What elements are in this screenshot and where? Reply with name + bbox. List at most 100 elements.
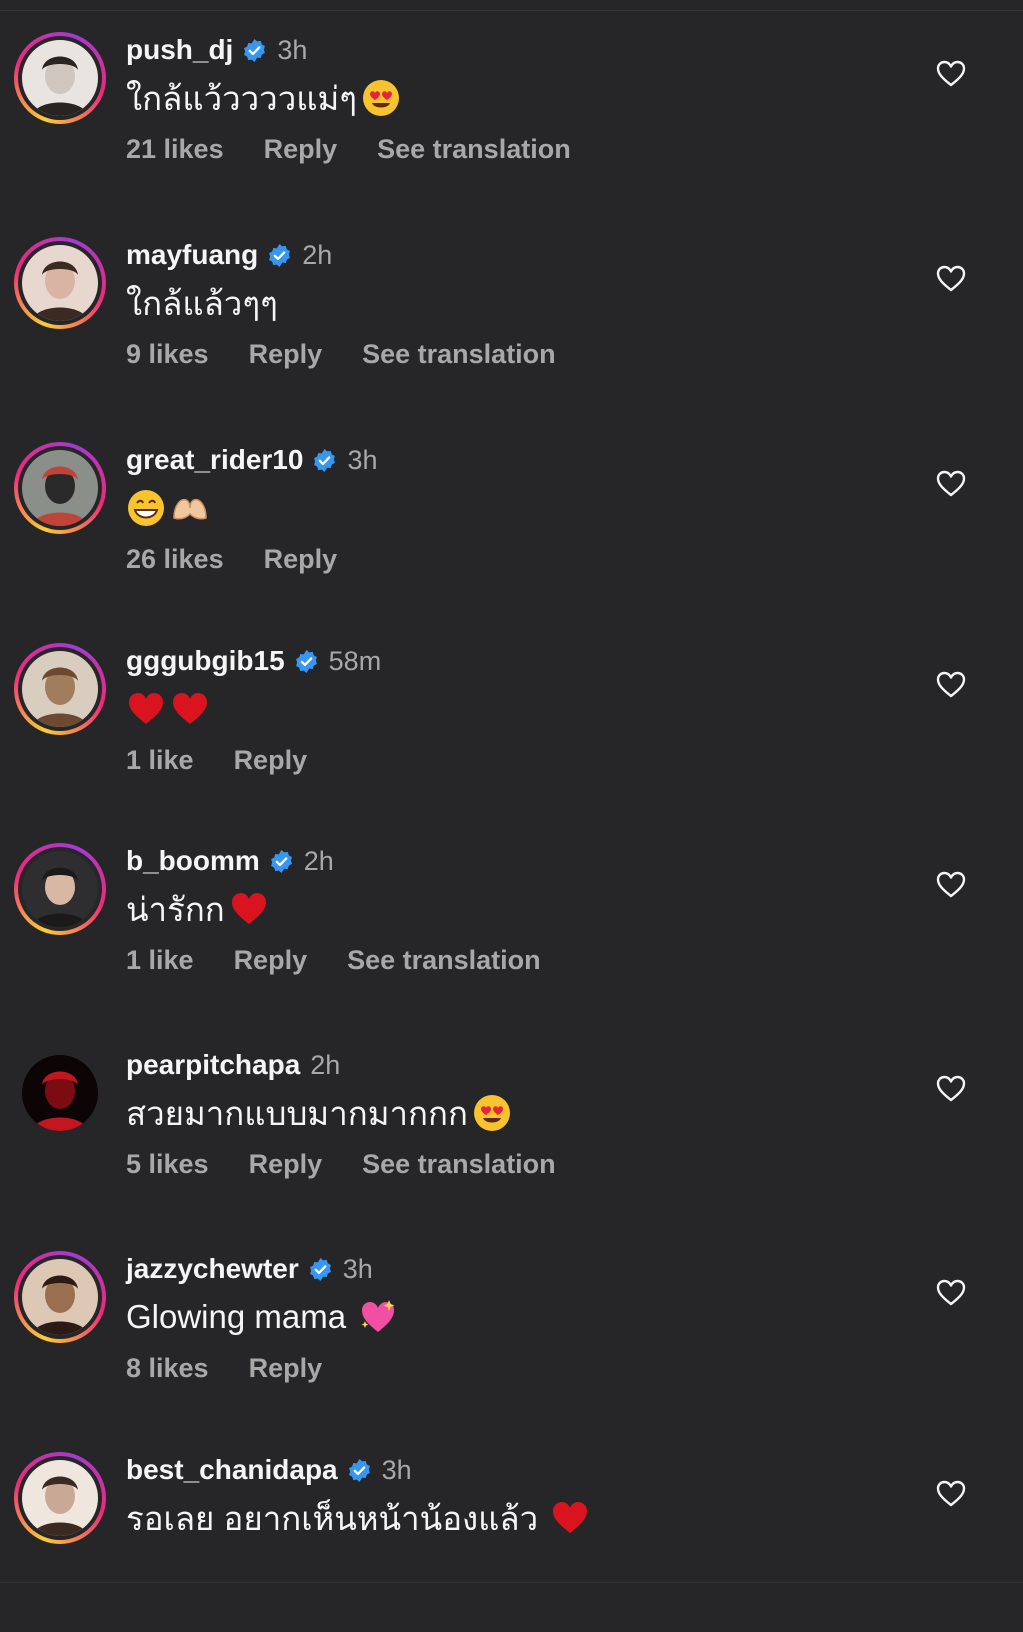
comment-header: b_boomm 2h xyxy=(126,843,541,879)
reply-button[interactable]: Reply xyxy=(249,1149,323,1180)
likes-count[interactable]: 9 likes xyxy=(126,339,209,370)
avatar-gap xyxy=(18,647,102,731)
avatar-gap xyxy=(18,446,102,530)
avatar-story-ring[interactable] xyxy=(14,643,106,735)
heart-hands-emoji-icon xyxy=(170,488,210,528)
avatar-story-ring[interactable] xyxy=(14,237,106,329)
likes-count[interactable]: 21 likes xyxy=(126,134,224,165)
avatar[interactable] xyxy=(22,651,98,727)
avatar-gap xyxy=(18,1255,102,1339)
username-link[interactable]: mayfuang xyxy=(126,239,258,271)
comment-header: great_rider10 3h xyxy=(126,442,377,478)
avatar[interactable] xyxy=(22,1460,98,1536)
comment-actions: 1 like Reply See translation xyxy=(126,945,541,976)
comment-body: Glowing mama xyxy=(126,1295,398,1339)
heart-eyes-emoji-icon xyxy=(361,78,401,118)
bottom-divider xyxy=(0,1582,1023,1583)
comment-text: รอเลย อยากเห็นหน้าน้องแล้ว xyxy=(126,1499,539,1537)
verified-badge-icon xyxy=(347,1458,372,1483)
red-heart-emoji-icon xyxy=(550,1498,590,1538)
comment-row: b_boomm 2h น่ารักก 1 like Reply See translati… xyxy=(0,843,1023,1023)
reply-button[interactable]: Reply xyxy=(249,339,323,370)
verified-badge-icon xyxy=(294,649,319,674)
see-translation-button[interactable]: See translation xyxy=(362,1149,556,1180)
comment-timestamp: 3h xyxy=(347,444,378,475)
heart-outline-icon[interactable] xyxy=(935,1073,967,1105)
grin-emoji-icon xyxy=(126,488,166,528)
heart-outline-icon[interactable] xyxy=(935,1277,967,1309)
username-link[interactable]: b_boomm xyxy=(126,845,260,877)
comment-content: pearpitchapa 2h สวยมากแบบมากมากกก 5 likes Re… xyxy=(126,1047,556,1180)
comment-text: ใกล้แว้ววววแม่ๆ xyxy=(126,79,357,117)
reply-button[interactable]: Reply xyxy=(264,544,338,575)
comment-timestamp: 58m xyxy=(328,645,382,676)
comment-body: น่ารักก xyxy=(126,887,541,931)
heart-outline-icon[interactable] xyxy=(935,669,967,701)
username-link[interactable]: jazzychewter xyxy=(126,1253,299,1285)
verified-badge-icon xyxy=(308,1257,333,1282)
reply-button[interactable]: Reply xyxy=(249,1353,323,1384)
heart-outline-icon[interactable] xyxy=(935,58,967,90)
comment-body: ใกล้แล้วๆๆ xyxy=(126,281,556,325)
comment-actions: 26 likes Reply xyxy=(126,544,377,575)
username-link[interactable]: great_rider10 xyxy=(126,444,303,476)
avatar-story-ring[interactable] xyxy=(14,1047,106,1139)
avatar[interactable] xyxy=(22,1259,98,1335)
username-link[interactable]: gggubgib15 xyxy=(126,645,285,677)
verified-badge-icon xyxy=(269,849,294,874)
likes-count[interactable]: 8 likes xyxy=(126,1353,209,1384)
comment-timestamp: 3h xyxy=(277,34,308,65)
reply-button[interactable]: Reply xyxy=(234,745,308,776)
comment-actions: 8 likes Reply xyxy=(126,1353,398,1384)
avatar-gap xyxy=(18,1051,102,1135)
likes-count[interactable]: 1 like xyxy=(126,945,194,976)
comment-text: สวยมากแบบมากมากกก xyxy=(126,1094,468,1132)
avatar-story-ring[interactable] xyxy=(14,1452,106,1544)
likes-count[interactable]: 1 like xyxy=(126,745,194,776)
likes-count[interactable]: 5 likes xyxy=(126,1149,209,1180)
see-translation-button[interactable]: See translation xyxy=(347,945,541,976)
avatar-story-ring[interactable] xyxy=(14,1251,106,1343)
avatar[interactable] xyxy=(22,40,98,116)
comment-row: best_chanidapa 3h รอเลย อยากเห็นหน้าน้องแล… xyxy=(0,1452,1023,1632)
see-translation-button[interactable]: See translation xyxy=(362,339,556,370)
comment-header: jazzychewter 3h xyxy=(126,1251,398,1287)
username-link[interactable]: best_chanidapa xyxy=(126,1454,338,1486)
comment-actions: 5 likes Reply See translation xyxy=(126,1149,556,1180)
heart-eyes-emoji-icon xyxy=(472,1093,512,1133)
comment-row: push_dj 3h ใกล้แว้ววววแม่ๆ 21 likes Reply See… xyxy=(0,32,1023,212)
likes-count[interactable]: 26 likes xyxy=(126,544,224,575)
heart-outline-icon[interactable] xyxy=(935,468,967,500)
comment-text: Glowing mama xyxy=(126,1298,347,1335)
avatar[interactable] xyxy=(22,245,98,321)
avatar[interactable] xyxy=(22,851,98,927)
reply-button[interactable]: Reply xyxy=(234,945,308,976)
red-heart-emoji-icon xyxy=(170,689,210,729)
comment-body xyxy=(126,687,381,731)
avatar-story-ring[interactable] xyxy=(14,442,106,534)
comment-body xyxy=(126,486,377,530)
comment-body: สวยมากแบบมากมากกก xyxy=(126,1091,556,1135)
heart-outline-icon[interactable] xyxy=(935,263,967,295)
comment-timestamp: 3h xyxy=(342,1253,373,1284)
comment-header: push_dj 3h xyxy=(126,32,571,68)
username-link[interactable]: push_dj xyxy=(126,34,233,66)
reply-button[interactable]: Reply xyxy=(264,134,338,165)
comment-text: ใกล้แล้วๆๆ xyxy=(126,284,278,322)
username-link[interactable]: pearpitchapa xyxy=(126,1049,300,1081)
comment-row: gggubgib15 58m 1 like Reply xyxy=(0,643,1023,823)
comment-row: pearpitchapa 2h สวยมากแบบมากมากกก 5 likes Re… xyxy=(0,1047,1023,1227)
heart-outline-icon[interactable] xyxy=(935,1478,967,1510)
see-translation-button[interactable]: See translation xyxy=(377,134,571,165)
avatar[interactable] xyxy=(22,1055,98,1131)
heart-outline-icon[interactable] xyxy=(935,869,967,901)
avatar-story-ring[interactable] xyxy=(14,843,106,935)
comment-actions: 1 like Reply xyxy=(126,745,381,776)
comment-body: ใกล้แว้ววววแม่ๆ xyxy=(126,76,571,120)
comment-text: น่ารักก xyxy=(126,890,225,928)
verified-badge-icon xyxy=(312,448,337,473)
comment-actions: 21 likes Reply See translation xyxy=(126,134,571,165)
avatar-story-ring[interactable] xyxy=(14,32,106,124)
avatar[interactable] xyxy=(22,450,98,526)
comment-timestamp: 3h xyxy=(381,1454,412,1485)
